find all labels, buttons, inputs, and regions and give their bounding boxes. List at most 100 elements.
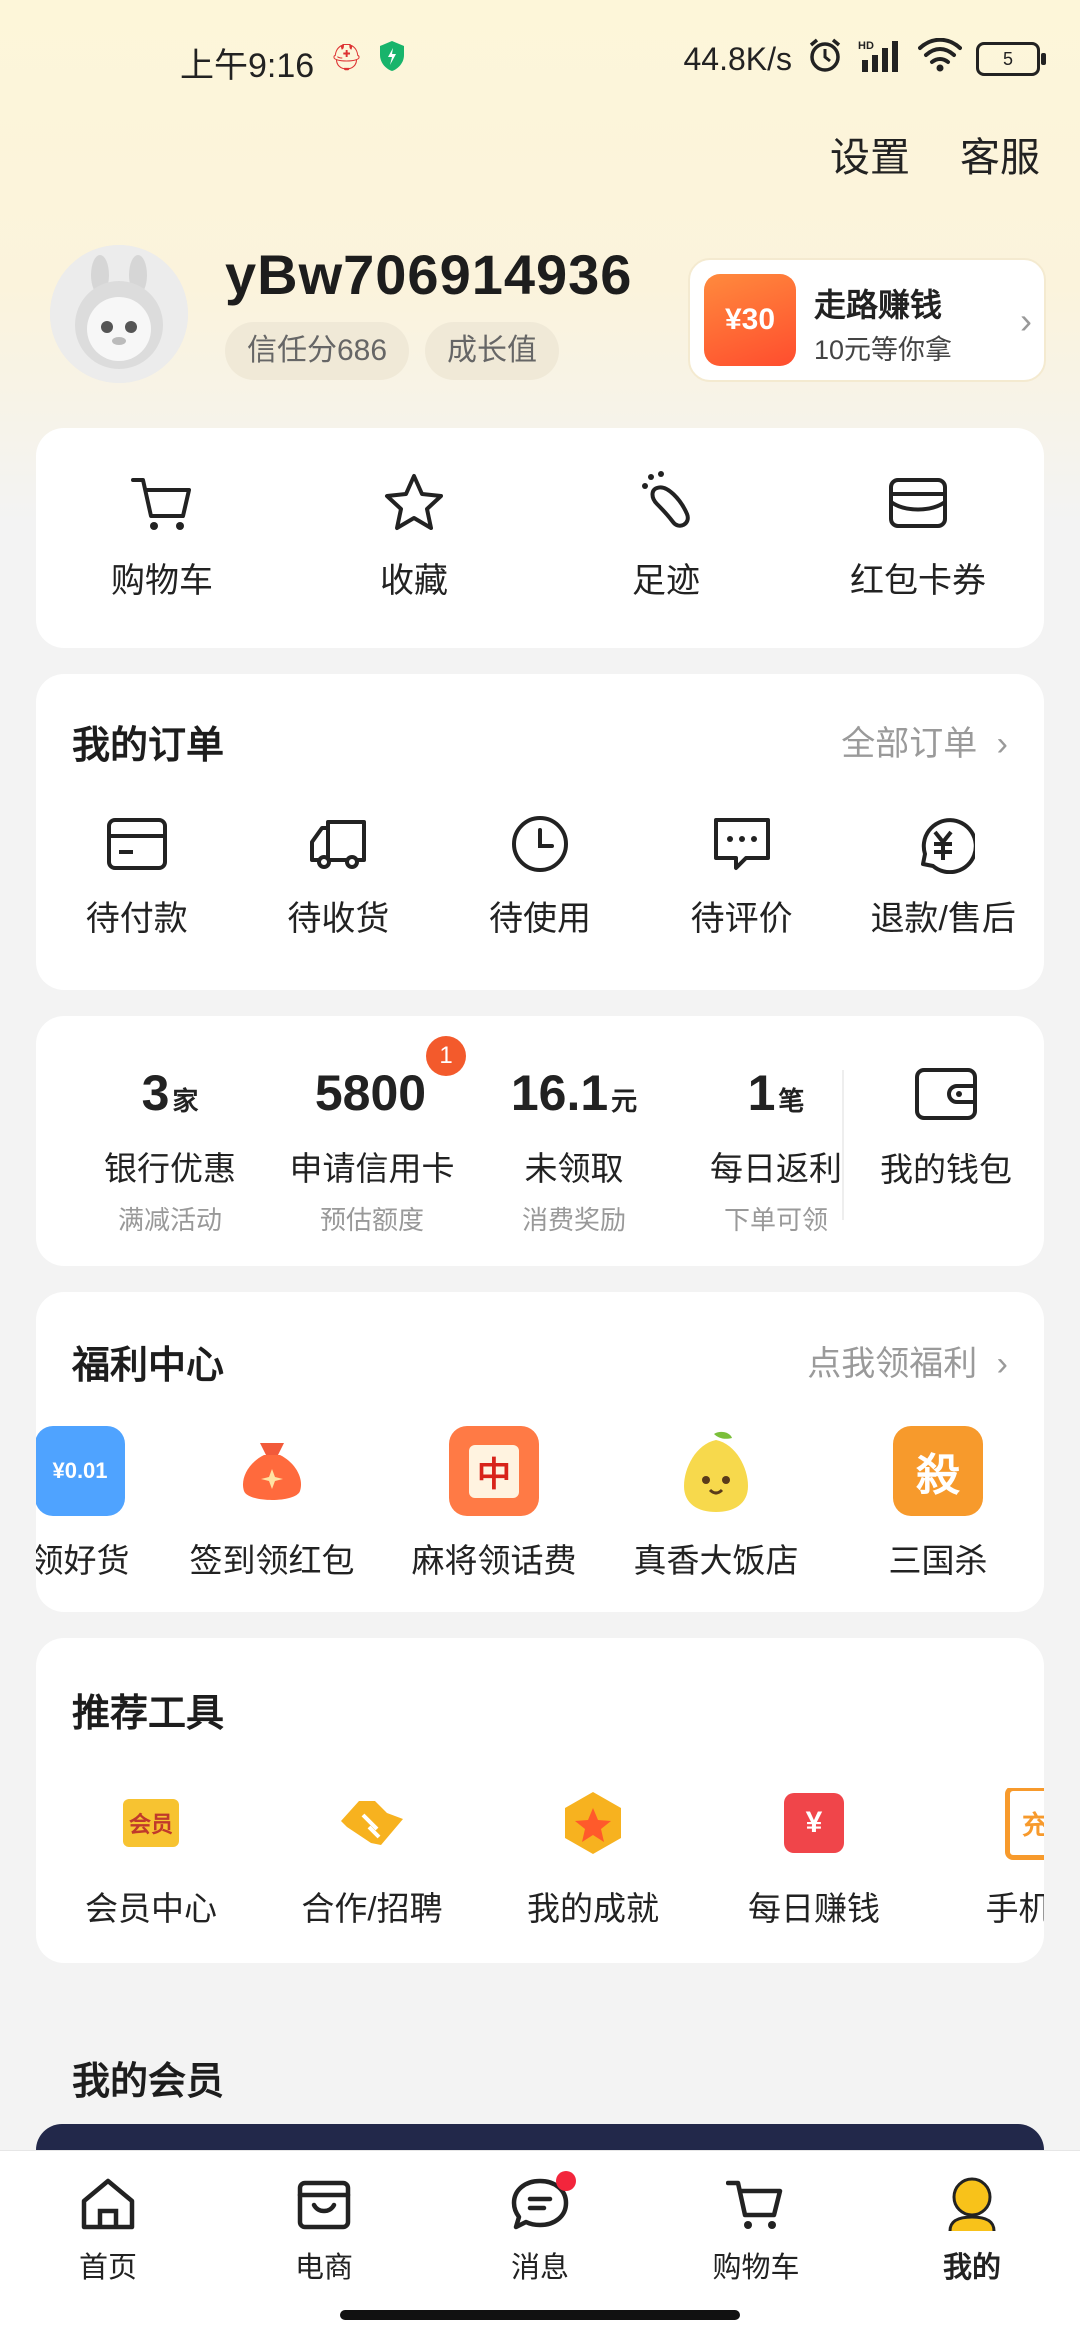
order-pending-receipt[interactable]: 待收货 xyxy=(238,814,440,940)
phone-recharge-icon: 充 xyxy=(1000,1788,1044,1860)
avatar[interactable] xyxy=(50,245,188,383)
promo-badge: ¥30 xyxy=(724,303,776,336)
nav-label: 电商 xyxy=(294,2252,353,2284)
notification-badge: 1 xyxy=(426,1036,466,1076)
chevron-right-icon: › xyxy=(996,1345,1008,1383)
nav-label: 消息 xyxy=(510,2252,569,2284)
profile-icon xyxy=(942,2175,1002,2238)
refund-icon xyxy=(911,814,978,879)
tool-phone-recharge[interactable]: 充 手机充 xyxy=(925,1788,1044,1930)
wallet-card-icon xyxy=(885,470,951,541)
battery-level: 5 xyxy=(1002,48,1013,69)
trust-score-chip[interactable]: 信任分686 xyxy=(225,322,410,380)
calendar-money-icon: ¥ xyxy=(779,1788,849,1858)
quick-action-favorites[interactable]: 收藏 xyxy=(288,470,540,602)
finance-card: 3家 银行优惠 满减活动 5800 申请信用卡 预估额度 1 16.1 元 未领取… xyxy=(36,1016,1044,1266)
order-status-label: 退款/售后 xyxy=(870,900,1016,938)
quick-action-coupons[interactable]: 红包卡券 xyxy=(792,470,1044,602)
nav-label: 购物车 xyxy=(712,2252,800,2284)
quick-action-label: 红包卡券 xyxy=(850,562,986,600)
order-refund[interactable]: 退款/售后 xyxy=(842,814,1044,940)
order-status-label: 待收货 xyxy=(287,900,390,938)
welfare-item-mahjong[interactable]: 中 麻将领话费 xyxy=(394,1426,594,1582)
chevron-right-icon: › xyxy=(996,725,1008,763)
order-pending-review[interactable]: 待评价 xyxy=(641,814,843,940)
welfare-item-goods[interactable]: ¥0.01 领好货 xyxy=(36,1426,180,1582)
orders-title: 我的订单 xyxy=(72,725,225,767)
tools-scroller[interactable]: 会员 会员中心 合作/招聘 我的成就 ¥ 每日赚钱 充 手机 xyxy=(36,1788,1044,1948)
tool-icon-text: ¥ xyxy=(805,1806,823,1839)
welfare-label: 签到领红包 xyxy=(189,1542,355,1579)
network-speed: 44.8K/s xyxy=(683,40,792,77)
nav-home[interactable]: 首页 xyxy=(0,2151,216,2341)
stat-label: 未领取 xyxy=(524,1150,624,1187)
battery-icon: 5 xyxy=(976,42,1046,76)
tool-label: 会员中心 xyxy=(85,1890,217,1927)
stat-credit-card[interactable]: 5800 申请信用卡 预估额度 1 xyxy=(272,1016,472,1237)
orders-card: 我的订单 全部订单 › 待付款 待收货 待使用 待评价 退款/售后 xyxy=(36,674,1044,990)
stat-value: 1 xyxy=(747,1065,776,1121)
stat-sub: 满减活动 xyxy=(117,1205,222,1235)
shop-icon xyxy=(294,2175,354,2238)
achievement-icon xyxy=(558,1788,628,1858)
my-wallet[interactable]: 我的钱包 xyxy=(856,1064,1036,1191)
quick-action-footprint[interactable]: 足迹 xyxy=(540,470,792,602)
welfare-card: 福利中心 点我领福利 › ¥0.01 领好货 签到领红包 中 麻将领话费 真香大… xyxy=(36,1292,1044,1612)
tool-label: 手机充 xyxy=(985,1890,1045,1927)
tools-card: 推荐工具 会员 会员中心 合作/招聘 我的成就 ¥ 每日赚钱 充 手机 xyxy=(36,1638,1044,1963)
money-bag-icon xyxy=(227,1426,317,1516)
chevron-right-icon: › xyxy=(1020,300,1032,341)
truck-icon xyxy=(306,814,370,879)
avatar-image xyxy=(50,245,188,383)
order-pending-payment[interactable]: 待付款 xyxy=(36,814,238,940)
order-status-label: 待评价 xyxy=(690,900,793,938)
stat-bank-offers[interactable]: 3家 银行优惠 满减活动 xyxy=(70,1016,270,1237)
tool-cooperation[interactable]: 合作/招聘 xyxy=(262,1788,482,1930)
welfare-label: 麻将领话费 xyxy=(411,1542,577,1579)
nav-label: 我的 xyxy=(942,2252,1001,2284)
welfare-link[interactable]: 点我领福利 › xyxy=(807,1336,1008,1385)
goods-icon: ¥0.01 xyxy=(36,1426,125,1516)
stat-label: 申请信用卡 xyxy=(289,1150,455,1187)
welfare-item-sanguosha[interactable]: 殺 三国杀 xyxy=(838,1426,1038,1582)
stat-unit: 笔 xyxy=(778,1086,805,1116)
order-pending-use[interactable]: 待使用 xyxy=(439,814,641,940)
welfare-icon-text: 殺 xyxy=(916,1451,960,1500)
stat-rewards[interactable]: 16.1 元 未领取 消费奖励 xyxy=(474,1016,674,1237)
tool-achievements[interactable]: 我的成就 xyxy=(483,1788,703,1930)
cart-icon xyxy=(129,470,195,541)
quick-actions-card: 购物车 收藏 足迹 红包卡券 xyxy=(36,428,1044,648)
tool-daily-earn[interactable]: ¥ 每日赚钱 xyxy=(704,1788,924,1930)
quick-action-cart[interactable]: 购物车 xyxy=(36,470,288,602)
cart-icon xyxy=(725,2175,786,2238)
divider xyxy=(842,1070,844,1220)
username: yBw706914936 xyxy=(225,243,633,306)
tool-label: 合作/招聘 xyxy=(301,1890,443,1927)
unread-dot xyxy=(556,2171,576,2191)
handshake-icon xyxy=(337,1788,407,1858)
all-orders-link[interactable]: 全部订单 › xyxy=(841,716,1008,765)
nav-label: 首页 xyxy=(78,2252,137,2284)
home-icon xyxy=(78,2175,138,2238)
vip-icon: 会员 xyxy=(116,1788,186,1858)
stat-sub: 下单可领 xyxy=(723,1205,828,1235)
stat-daily-rebate[interactable]: 1笔 每日返利 下单可领 xyxy=(676,1016,876,1237)
promo-image: ¥30 xyxy=(704,274,796,366)
welfare-item-checkin[interactable]: 签到领红包 xyxy=(172,1426,372,1582)
welfare-item-restaurant[interactable]: 真香大饭店 xyxy=(616,1426,816,1582)
shield-icon xyxy=(378,40,406,77)
customer-service-link[interactable]: 客服 xyxy=(960,125,1040,183)
welfare-scroller[interactable]: ¥0.01 领好货 签到领红包 中 麻将领话费 真香大饭店 殺 三国杀 xyxy=(36,1426,1044,1596)
top-links: 设置 客服 xyxy=(830,125,1040,183)
quick-action-label: 购物车 xyxy=(111,562,213,600)
nav-profile[interactable]: 我的 xyxy=(864,2151,1080,2341)
stat-unit: 家 xyxy=(172,1086,199,1116)
tool-vip-center[interactable]: 会员 会员中心 xyxy=(41,1788,261,1930)
pear-mascot-icon xyxy=(671,1426,761,1516)
walk-earn-promo[interactable]: ¥30 走路赚钱 10元等你拿 › xyxy=(688,258,1046,382)
settings-link[interactable]: 设置 xyxy=(830,125,910,183)
growth-chip[interactable]: 成长值 xyxy=(425,322,559,380)
home-indicator[interactable] xyxy=(340,2310,740,2320)
welfare-title: 福利中心 xyxy=(72,1345,225,1387)
tool-icon-text: 充 xyxy=(1021,1809,1044,1840)
